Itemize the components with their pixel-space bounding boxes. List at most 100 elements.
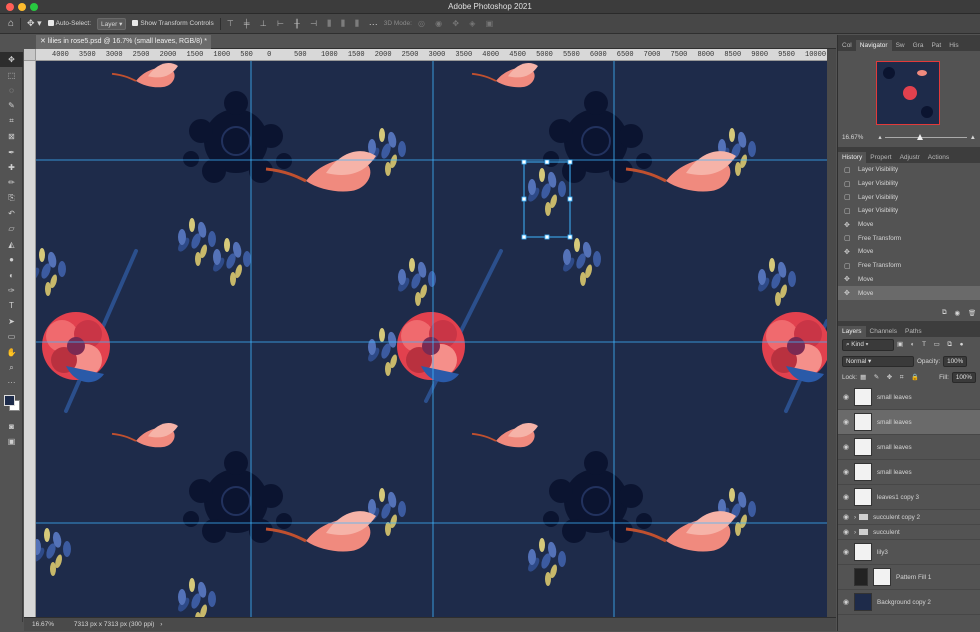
history-brush-tool-icon[interactable]: ↶ (0, 206, 23, 221)
tab-properties[interactable]: Propert (866, 152, 895, 163)
marquee-tool-icon[interactable]: ⬚ (0, 67, 23, 82)
ruler-origin[interactable] (24, 49, 36, 61)
show-transform-checkbox[interactable]: Show Transform Controls (132, 20, 214, 27)
more-tools-icon[interactable]: ··· (0, 375, 23, 390)
layer-row[interactable]: ◉ › succulent copy 2 (838, 510, 980, 525)
layer-row[interactable]: ◉ small leaves (838, 435, 980, 460)
status-menu-arrow-icon[interactable]: › (160, 621, 162, 628)
paint-bucket-tool-icon[interactable]: ◭ (0, 237, 23, 252)
auto-select-target-dropdown[interactable]: Layer ▾ (97, 17, 127, 30)
path-select-tool-icon[interactable]: ➤ (0, 314, 23, 329)
layer-visibility-eye-icon[interactable]: ◉ (838, 493, 854, 501)
layer-kind-filter[interactable]: ⌕ Kind ▾ (842, 339, 894, 351)
align-icons[interactable]: ⊤ ╪ ⊥ ⊢ ╫ ⊣ ⫼ ⫼ ⫼ (227, 19, 363, 29)
type-tool-icon[interactable]: T (0, 298, 23, 313)
tab-adjustments[interactable]: Adjustr (896, 152, 924, 163)
fill-input[interactable]: 100% (951, 371, 976, 383)
tab-layers[interactable]: Layers (838, 326, 866, 337)
minimize-window-button[interactable] (18, 3, 26, 11)
layer-row[interactable]: ◉ lily3 (838, 540, 980, 565)
history-item[interactable]: ▢ Layer Visibility (838, 163, 980, 177)
quick-select-tool-icon[interactable]: ✎ (0, 98, 23, 113)
layer-visibility-eye-icon[interactable]: ◉ (838, 598, 854, 606)
vertical-scrollbar[interactable] (827, 49, 836, 617)
tab-patterns[interactable]: Pat (927, 40, 945, 51)
history-item[interactable]: ▢ Layer Visibility (838, 177, 980, 191)
tab-navigator[interactable]: Navigator (855, 40, 892, 51)
opacity-input[interactable]: 100% (943, 355, 968, 367)
new-document-from-state-icon[interactable]: ⧉ (942, 309, 947, 317)
document-canvas[interactable] (36, 61, 827, 617)
frame-tool-icon[interactable]: ⊠ (0, 129, 23, 144)
zoom-slider[interactable] (884, 133, 967, 140)
navigator-thumbnail[interactable] (876, 61, 940, 125)
auto-select-checkbox[interactable]: Auto-Select: (47, 20, 91, 27)
healing-brush-tool-icon[interactable]: ✚ (0, 160, 23, 175)
clone-stamp-tool-icon[interactable]: ⎘ (0, 191, 23, 206)
layer-visibility-eye-icon[interactable]: ◉ (838, 443, 854, 451)
tab-color[interactable]: Col (838, 40, 856, 51)
crop-tool-icon[interactable]: ⌗ (0, 114, 23, 129)
layer-row[interactable]: Pattern Fill 1 (838, 565, 980, 590)
shape-tool-icon[interactable]: ▭ (0, 329, 23, 344)
layer-row[interactable]: ◉ › succulent (838, 525, 980, 540)
zoom-level[interactable]: 16.67% (32, 621, 54, 628)
layer-visibility-eye-icon[interactable]: ◉ (838, 418, 854, 426)
more-options-icon[interactable]: ··· (369, 19, 378, 29)
blur-tool-icon[interactable]: ● (0, 252, 23, 267)
close-window-button[interactable] (6, 3, 14, 11)
quick-mask-icon[interactable]: ◙ (0, 419, 23, 434)
3d-tools-icons[interactable]: ◎ ◉ ✥ ◈ ▣ (418, 19, 497, 28)
screen-mode-icon[interactable]: ▣ (0, 434, 23, 449)
history-item[interactable]: ✥ Move (838, 245, 980, 259)
layer-row[interactable]: ◉ leaves1 copy 3 (838, 485, 980, 510)
pen-tool-icon[interactable]: ✑ (0, 283, 23, 298)
layer-row[interactable]: ◉ small leaves (838, 460, 980, 485)
hand-tool-icon[interactable]: ✋ (0, 344, 23, 359)
layer-row[interactable]: ◉ small leaves (838, 410, 980, 435)
layer-visibility-eye-icon[interactable]: ◉ (838, 528, 854, 536)
layer-row[interactable]: ◉ Background copy 2 (838, 590, 980, 615)
tab-actions[interactable]: Actions (924, 152, 953, 163)
tab-history-mini[interactable]: His (945, 40, 962, 51)
document-tab[interactable]: ✕ lilies in rose5.psd @ 16.7% (small lea… (36, 35, 212, 49)
history-item[interactable]: ▢ Free Transform (838, 231, 980, 245)
zoom-tool-icon[interactable]: ⌕ (0, 360, 23, 375)
navigator-zoom-value[interactable]: 16.67% (842, 134, 863, 141)
tab-history[interactable]: History (838, 152, 867, 163)
group-expand-chevron-icon[interactable]: › (854, 514, 856, 521)
lasso-tool-icon[interactable]: ◌ (0, 83, 23, 98)
dodge-tool-icon[interactable]: ◐ (0, 267, 23, 282)
eyedropper-tool-icon[interactable]: ✒ (0, 144, 23, 159)
history-item[interactable]: ▢ Layer Visibility (838, 190, 980, 204)
layer-row[interactable]: ◉ small leaves (838, 385, 980, 410)
blend-mode-dropdown[interactable]: Normal ▾ (842, 355, 914, 367)
snapshot-camera-icon[interactable]: ◉ (955, 310, 961, 317)
maximize-window-button[interactable] (30, 3, 38, 11)
layer-visibility-eye-icon[interactable]: ◉ (838, 468, 854, 476)
tab-channels[interactable]: Channels (866, 326, 901, 337)
zoom-out-icon[interactable]: ▴ (878, 134, 881, 141)
history-item[interactable]: ✥ Move (838, 286, 980, 300)
layer-visibility-eye-icon[interactable]: ◉ (838, 548, 854, 556)
layer-mask-thumbnail[interactable] (873, 568, 891, 586)
layer-visibility-eye-icon[interactable]: ◉ (838, 393, 854, 401)
foreground-color-swatch[interactable] (4, 394, 15, 406)
eraser-tool-icon[interactable]: ▱ (0, 221, 23, 236)
close-tab-icon[interactable]: ✕ (40, 38, 48, 45)
home-icon[interactable]: ⌂ (8, 18, 14, 29)
horizontal-ruler[interactable]: 4000 3500 3000 2500 2000 1500 1000 500 0 500 1000 1… (36, 49, 827, 61)
move-tool-icon[interactable]: ✥ (0, 52, 23, 68)
tab-paths[interactable]: Paths (901, 326, 926, 337)
group-expand-chevron-icon[interactable]: › (854, 529, 856, 536)
layer-visibility-eye-icon[interactable]: ◉ (838, 513, 854, 521)
delete-state-icon[interactable]: 🗑 (968, 309, 976, 317)
zoom-in-icon[interactable]: ▲ (970, 134, 976, 141)
history-item[interactable]: ▢ Free Transform (838, 259, 980, 273)
filter-icons[interactable]: ▣ ◐ T ▭ ⧉ ● (897, 341, 966, 349)
lock-icons[interactable]: ▦ ✎ ✥ ⌗ 🔒 (860, 373, 922, 382)
history-item[interactable]: ✥ Move (838, 218, 980, 232)
move-tool-preset-icon[interactable]: ✥ ▾ (27, 18, 42, 29)
vertical-ruler[interactable] (24, 61, 36, 617)
brush-tool-icon[interactable]: ✏ (0, 175, 23, 190)
